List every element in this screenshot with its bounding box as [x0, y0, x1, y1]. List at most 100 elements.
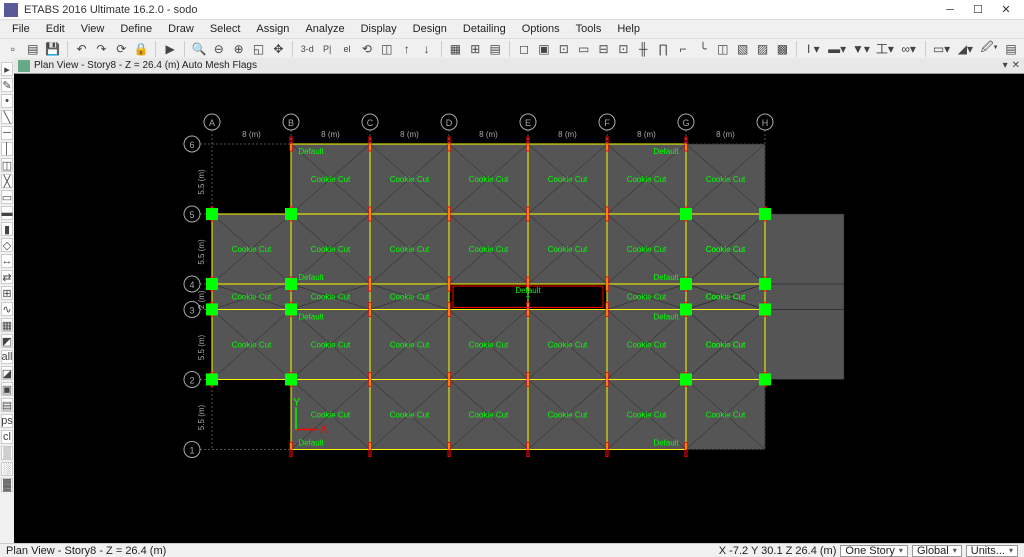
lb-beam-icon[interactable]: ─: [1, 126, 13, 140]
svg-text:Cookie Cut: Cookie Cut: [469, 410, 509, 419]
status-story-select[interactable]: One Story: [840, 545, 908, 557]
up-icon[interactable]: ↑: [398, 40, 416, 58]
lb-floor-icon[interactable]: ▭: [1, 190, 13, 204]
lb-c-icon[interactable]: all: [1, 350, 13, 364]
window-close-button[interactable]: ✕: [992, 0, 1020, 20]
run-icon[interactable]: ▶: [161, 40, 179, 58]
tb1-f[interactable]: ⊡: [615, 40, 633, 58]
menu-help[interactable]: Help: [609, 21, 648, 37]
tb1-o[interactable]: I ▾: [802, 40, 824, 58]
tb1-k[interactable]: ◫: [714, 40, 732, 58]
view-tab-dropdown-icon[interactable]: ▾: [1003, 60, 1008, 71]
lb-d-icon[interactable]: ◪: [1, 366, 13, 380]
model-canvas[interactable]: ABCDEFGH6543218 (m)8 (m)8 (m)8 (m)8 (m)8…: [14, 74, 1024, 543]
open-icon[interactable]: ▤: [24, 40, 42, 58]
lb-poly-icon[interactable]: ◇: [1, 238, 13, 252]
new-icon[interactable]: ▫: [4, 40, 22, 58]
tb1-a[interactable]: ◻: [515, 40, 533, 58]
tb1-m[interactable]: ▨: [754, 40, 772, 58]
lb-frame-icon[interactable]: ╲: [1, 110, 13, 124]
pan-icon[interactable]: ✥: [270, 40, 288, 58]
layers-icon[interactable]: ▤: [486, 40, 504, 58]
svg-text:G: G: [682, 118, 689, 128]
lb-dim-icon[interactable]: ↔: [1, 254, 13, 268]
menu-analyze[interactable]: Analyze: [297, 21, 352, 37]
tb1-d[interactable]: ▭: [575, 40, 593, 58]
lock-icon[interactable]: 🔒: [132, 40, 150, 58]
menu-design[interactable]: Design: [405, 21, 455, 37]
lb-b-icon[interactable]: ◩: [1, 334, 13, 348]
zoom-window-icon[interactable]: ◱: [250, 40, 268, 58]
tb1-r[interactable]: 工▾: [874, 40, 896, 58]
menu-define[interactable]: Define: [112, 21, 160, 37]
lb-snap-icon[interactable]: ∿: [1, 302, 13, 316]
lb-i-icon[interactable]: ▒: [1, 446, 13, 460]
zoom-in-icon[interactable]: 🔍: [190, 40, 208, 58]
tb1-c[interactable]: ⊡: [555, 40, 573, 58]
view-tab-close-icon[interactable]: ✕: [1012, 60, 1020, 71]
status-units-select[interactable]: Units...: [966, 545, 1018, 557]
lb-reshape-icon[interactable]: ✎: [1, 78, 13, 92]
zoom-fit-icon[interactable]: ⊕: [230, 40, 248, 58]
svg-text:Cookie Cut: Cookie Cut: [706, 175, 746, 184]
tb1-n[interactable]: ▩: [774, 40, 792, 58]
lb-pointer-icon[interactable]: ▸: [1, 62, 13, 76]
rotate-icon[interactable]: ⟲: [358, 40, 376, 58]
menu-file[interactable]: File: [4, 21, 38, 37]
menu-options[interactable]: Options: [514, 21, 568, 37]
lb-e-icon[interactable]: ▣: [1, 382, 13, 396]
tb1-q[interactable]: ▼▾: [850, 40, 872, 58]
menu-detailing[interactable]: Detailing: [455, 21, 514, 37]
down-icon[interactable]: ↓: [418, 40, 436, 58]
tb1-w[interactable]: ▤: [1002, 40, 1020, 58]
lb-k-icon[interactable]: ▓: [1, 478, 13, 492]
view-plan-icon[interactable]: P|: [318, 40, 336, 58]
redo-icon[interactable]: ↷: [93, 40, 111, 58]
svg-text:Cookie Cut: Cookie Cut: [390, 175, 430, 184]
tb1-b[interactable]: ▣: [535, 40, 553, 58]
lb-wall2-icon[interactable]: ▮: [1, 222, 13, 236]
lb-col-icon[interactable]: │: [1, 142, 13, 156]
zoom-out-icon[interactable]: ⊖: [210, 40, 228, 58]
lb-f-icon[interactable]: ▤: [1, 398, 13, 412]
lb-h-icon[interactable]: cl: [1, 430, 13, 444]
lb-j-icon[interactable]: ░: [1, 462, 13, 476]
object-icon[interactable]: ▦: [447, 40, 465, 58]
tb1-s[interactable]: ∞▾: [898, 40, 920, 58]
lb-wall-icon[interactable]: ▬: [1, 206, 13, 220]
menu-view[interactable]: View: [73, 21, 113, 37]
lb-g-icon[interactable]: ps: [1, 414, 13, 428]
menu-assign[interactable]: Assign: [248, 21, 297, 37]
window-minimize-button[interactable]: ─: [936, 0, 964, 20]
undo-icon[interactable]: ↶: [73, 40, 91, 58]
tb1-h[interactable]: ∏: [654, 40, 672, 58]
tb1-j[interactable]: ╰: [694, 40, 712, 58]
lb-link-icon[interactable]: ⇄: [1, 270, 13, 284]
grid-icon[interactable]: ⊞: [466, 40, 484, 58]
lb-bracing-icon[interactable]: ╳: [1, 174, 13, 188]
lb-sec-icon[interactable]: ◫: [1, 158, 13, 172]
save-icon[interactable]: 💾: [44, 40, 62, 58]
tb1-l[interactable]: ▧: [734, 40, 752, 58]
tb1-u[interactable]: ◢▾: [954, 40, 976, 58]
menu-edit[interactable]: Edit: [38, 21, 73, 37]
lb-a-icon[interactable]: ▦: [1, 318, 13, 332]
status-coord-select[interactable]: Global: [912, 545, 962, 557]
tb1-t[interactable]: ▭▾: [931, 40, 953, 58]
tb1-e[interactable]: ⊟: [595, 40, 613, 58]
tb1-p[interactable]: ▬▾: [826, 40, 848, 58]
tb1-v[interactable]: 🖉▾: [978, 40, 1000, 58]
lb-node-icon[interactable]: •: [1, 94, 13, 108]
menu-draw[interactable]: Draw: [160, 21, 202, 37]
tb1-g[interactable]: ╫: [634, 40, 652, 58]
tb1-i[interactable]: ⌐: [674, 40, 692, 58]
menu-display[interactable]: Display: [353, 21, 405, 37]
lb-grid-icon[interactable]: ⊞: [1, 286, 13, 300]
persp-icon[interactable]: ◫: [378, 40, 396, 58]
menu-select[interactable]: Select: [202, 21, 249, 37]
window-maximize-button[interactable]: ☐: [964, 0, 992, 20]
view-3d-icon[interactable]: 3-d: [298, 40, 316, 58]
refresh-icon[interactable]: ⟳: [112, 40, 130, 58]
view-elev-icon[interactable]: el: [338, 40, 356, 58]
menu-tools[interactable]: Tools: [568, 21, 610, 37]
